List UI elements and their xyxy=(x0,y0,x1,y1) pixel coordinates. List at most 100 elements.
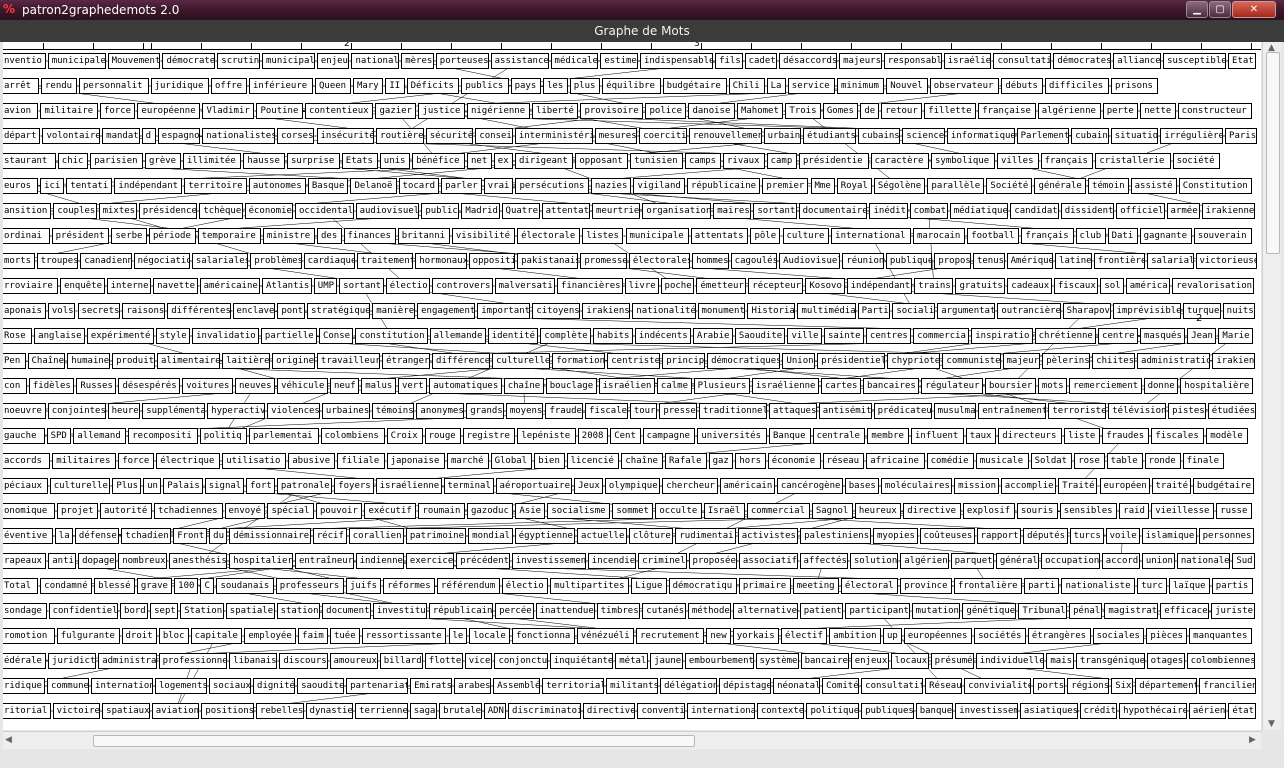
word-node[interactable]: dirigeant xyxy=(515,153,574,169)
word-node[interactable]: attentat xyxy=(541,203,590,219)
word-node[interactable]: hommes xyxy=(692,253,729,269)
word-node[interactable]: municipale xyxy=(625,228,689,244)
word-node[interactable]: raid xyxy=(1119,503,1150,519)
word-node[interactable]: Mouvement xyxy=(107,53,161,69)
word-node[interactable]: opposant xyxy=(575,153,629,169)
word-node[interactable]: multipartites xyxy=(550,578,630,594)
word-node[interactable]: émetteur xyxy=(696,278,747,294)
word-node[interactable]: Plus xyxy=(112,478,142,494)
word-node[interactable]: multimédia xyxy=(797,303,856,319)
word-node[interactable]: gazier xyxy=(375,103,417,119)
word-node[interactable]: Audiovisuel xyxy=(779,253,841,269)
word-node[interactable]: nventio xyxy=(3,53,46,69)
word-node[interactable]: licencié xyxy=(566,453,620,469)
word-node[interactable]: locale xyxy=(469,628,511,644)
word-node[interactable]: nazies xyxy=(590,178,632,194)
word-node[interactable]: républicaine xyxy=(687,178,761,194)
word-node[interactable]: meurtrie xyxy=(592,203,641,219)
word-node[interactable]: Ligue xyxy=(631,578,667,594)
word-node[interactable]: égyptienne xyxy=(514,528,576,544)
word-node[interactable]: étrangères xyxy=(1027,628,1091,644)
word-node[interactable]: indépendant xyxy=(114,178,183,194)
word-node[interactable]: état xyxy=(1228,703,1256,719)
word-node[interactable]: français xyxy=(1021,228,1074,244)
word-node[interactable]: hypothécaire xyxy=(1119,703,1187,719)
word-node[interactable]: hausse xyxy=(243,153,285,169)
word-node[interactable]: attaques xyxy=(769,403,817,419)
word-node[interactable]: Etat xyxy=(1228,53,1256,69)
word-node[interactable]: traditionnel xyxy=(698,403,768,419)
word-node[interactable]: chaîne xyxy=(621,453,663,469)
word-node[interactable]: calme xyxy=(656,378,692,394)
word-node[interactable]: locaux xyxy=(890,653,929,669)
word-node[interactable]: roumain xyxy=(418,503,465,519)
word-node[interactable]: premier xyxy=(762,178,809,194)
word-node[interactable]: ridique xyxy=(3,678,46,694)
word-node[interactable]: Arabie xyxy=(692,328,733,344)
word-node[interactable]: listes xyxy=(582,228,624,244)
word-node[interactable]: nette xyxy=(1140,103,1176,119)
word-node[interactable]: latine xyxy=(1055,253,1092,269)
word-node[interactable]: ronde xyxy=(1144,453,1181,469)
word-node[interactable]: britanni xyxy=(397,228,450,244)
word-node[interactable]: Parti xyxy=(857,303,891,319)
word-node[interactable]: efficace xyxy=(1160,603,1210,619)
word-node[interactable]: universités xyxy=(697,428,767,444)
word-node[interactable]: discriminatoi xyxy=(508,703,581,719)
word-node[interactable]: crédit xyxy=(1079,703,1118,719)
word-node[interactable]: chypriote xyxy=(887,353,941,369)
word-node[interactable]: renouvellemen xyxy=(688,128,762,144)
word-node[interactable]: plus xyxy=(569,78,601,94)
word-node[interactable]: persécutions xyxy=(515,178,589,194)
word-node[interactable]: cutanés xyxy=(642,603,686,619)
word-node[interactable]: fiscales xyxy=(1151,428,1205,444)
word-node[interactable]: Saoudite xyxy=(734,328,786,344)
word-node[interactable]: conventi xyxy=(637,703,686,719)
word-node[interactable]: danoise xyxy=(688,103,735,119)
word-node[interactable]: américaine xyxy=(199,278,260,294)
word-node[interactable]: Trois xyxy=(785,103,821,119)
word-node[interactable]: colombiens xyxy=(320,428,385,444)
word-node[interactable]: important xyxy=(477,303,531,319)
word-node[interactable]: interministéri xyxy=(514,128,593,144)
word-node[interactable]: bien xyxy=(534,453,565,469)
word-node[interactable]: moléculaires xyxy=(880,478,953,494)
word-node[interactable]: pénal xyxy=(1069,603,1103,619)
word-node[interactable]: sociales xyxy=(1092,628,1145,644)
word-node[interactable]: démocrate xyxy=(162,53,216,69)
word-node[interactable]: malus xyxy=(361,378,396,394)
word-node[interactable]: personnes xyxy=(1198,528,1254,544)
word-node[interactable]: Queen xyxy=(315,78,351,94)
word-node[interactable]: neuves xyxy=(235,378,276,394)
word-node[interactable]: patronale xyxy=(276,478,333,494)
word-node[interactable]: malversati xyxy=(494,278,555,294)
word-node[interactable]: occupation xyxy=(1041,553,1100,569)
word-node[interactable]: Poutine xyxy=(256,103,303,119)
word-node[interactable]: manquantes xyxy=(1189,628,1252,644)
word-node[interactable]: étudiants xyxy=(803,128,856,144)
word-node[interactable]: dépistage xyxy=(719,678,772,694)
word-node[interactable]: monument xyxy=(697,303,746,319)
word-node[interactable]: ritorial xyxy=(3,703,51,719)
word-node[interactable]: meeting xyxy=(792,578,839,594)
word-node[interactable]: public xyxy=(421,203,460,219)
word-node[interactable]: documentaire xyxy=(798,203,868,219)
word-node[interactable]: Front xyxy=(173,528,208,544)
word-node[interactable]: parler xyxy=(441,178,482,194)
word-node[interactable]: Amérique xyxy=(1006,253,1054,269)
word-node[interactable]: partis xyxy=(1211,578,1253,594)
word-node[interactable]: timbres xyxy=(596,603,641,619)
word-node[interactable]: marocain xyxy=(913,228,966,244)
word-node[interactable]: récif xyxy=(312,528,347,544)
word-node[interactable]: budgétaire xyxy=(1192,478,1254,494)
word-node[interactable]: ressortissante xyxy=(361,628,447,644)
word-node[interactable]: difficiles xyxy=(1045,78,1109,94)
word-node[interactable]: pont xyxy=(277,303,305,319)
word-node[interactable]: tenus xyxy=(972,253,1005,269)
word-node[interactable]: corses xyxy=(277,128,315,144)
word-node[interactable]: électorales xyxy=(628,253,691,269)
word-node[interactable]: finale xyxy=(1182,453,1225,469)
word-node[interactable]: Rafale xyxy=(665,453,707,469)
word-node[interactable]: musulma xyxy=(933,403,977,419)
word-node[interactable]: Dati xyxy=(1107,228,1138,244)
